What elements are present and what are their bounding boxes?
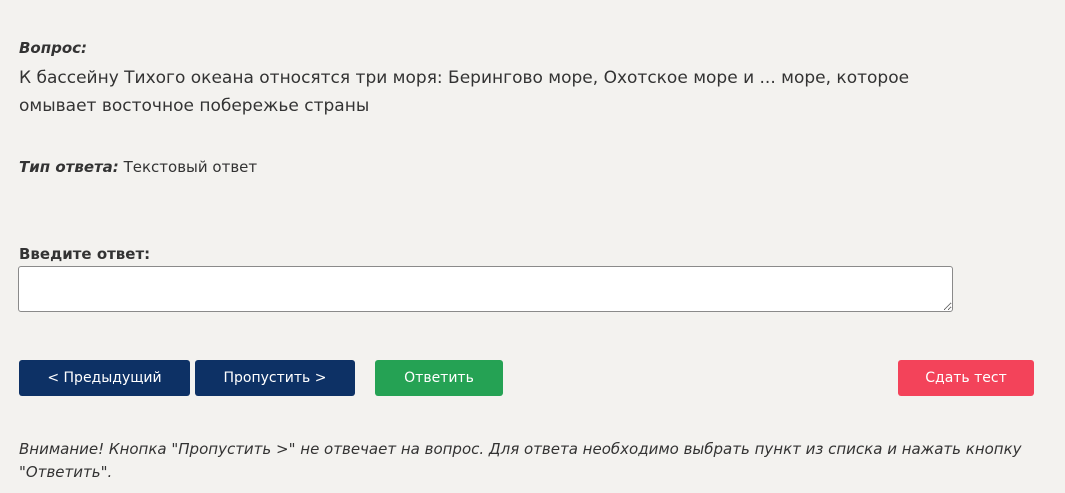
answer-type-label: Тип ответа: xyxy=(19,158,119,176)
answer-type-value: Текстовый ответ xyxy=(123,158,258,176)
answer-button[interactable]: Ответить xyxy=(375,360,503,396)
question-text: К бассейну Тихого океана относятся три м… xyxy=(19,68,910,116)
answer-type: Тип ответа: Текстовый ответ xyxy=(19,158,257,176)
question-label: Вопрос: xyxy=(19,39,88,57)
skip-button[interactable]: Пропустить > xyxy=(195,360,355,396)
skip-notice: Внимание! Кнопка "Пропустить >" не отвеч… xyxy=(19,440,1022,481)
answer-input[interactable] xyxy=(18,266,953,312)
previous-button[interactable]: < Предыдущий xyxy=(19,360,190,396)
answer-input-label: Введите ответ: xyxy=(19,245,151,263)
finish-test-button[interactable]: Сдать тест xyxy=(898,360,1034,396)
